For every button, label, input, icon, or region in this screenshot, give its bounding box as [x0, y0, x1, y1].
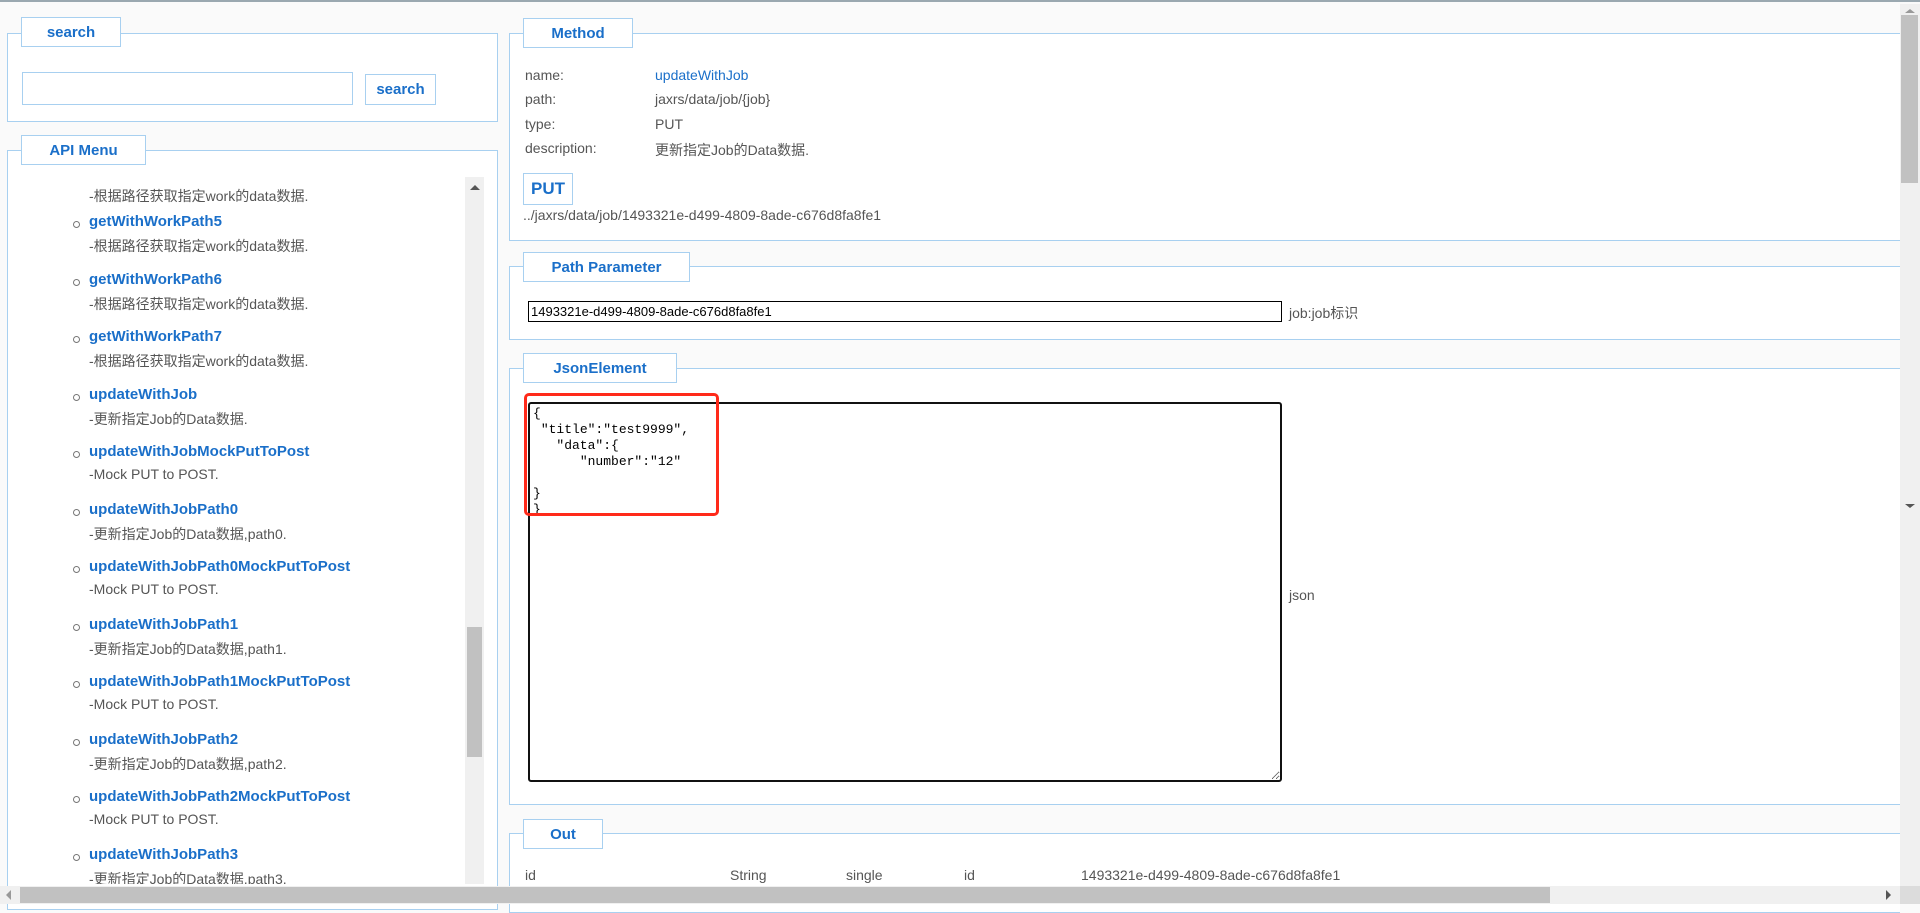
search-legend: search	[21, 17, 121, 47]
request-url: ../jaxrs/data/job/1493321e-d499-4809-8ad…	[523, 207, 882, 223]
bullet-icon	[73, 393, 80, 401]
bullet-icon	[73, 623, 80, 631]
bullet-icon	[73, 508, 80, 516]
bullet-icon	[73, 451, 80, 458]
json-body-textarea[interactable]: { "title":"test9999", "data":{ "number":…	[528, 402, 1282, 782]
scroll-up-arrow-icon[interactable]	[470, 185, 480, 190]
bullet-icon	[73, 681, 80, 688]
list-item: getWithWorkPath5 -根据路径获取指定work的data数据.	[22, 210, 462, 267]
menu-item-desc: -根据路径获取指定work的data数据.	[89, 238, 309, 254]
menu-item-desc: -更新指定Job的Data数据,path2.	[89, 755, 287, 772]
menu-item-desc: -更新指定Job的Data数据,path0.	[89, 525, 287, 542]
menu-item-desc: -根据路径获取指定work的data数据.	[89, 353, 309, 369]
out-field: id	[964, 867, 975, 883]
menu-item-link[interactable]: updateWithJobPath2	[89, 731, 238, 748]
search-input[interactable]	[22, 72, 353, 105]
bullet-icon	[73, 336, 80, 343]
list-item: updateWithJobPath2MockPutToPost -Mock PUT…	[22, 785, 462, 842]
api-menu-list: -根据路径获取指定work的data数据. getWithWorkPath5 -根…	[22, 170, 462, 884]
menu-item-link[interactable]: updateWithJobPath2MockPutToPost	[89, 788, 350, 805]
out-legend: Out	[523, 819, 603, 849]
menu-item-link[interactable]: updateWithJobPath0	[89, 501, 238, 518]
page-horizontal-scrollbar[interactable]	[0, 886, 1900, 904]
json-element-legend: JsonElement	[523, 353, 677, 383]
menu-item-desc: -根据路径获取指定work的data数据.	[89, 188, 309, 204]
menu-item-link[interactable]: updateWithJobPath0MockPutToPost	[89, 558, 350, 575]
put-button[interactable]: PUT	[523, 173, 573, 205]
name-label: name:	[525, 67, 564, 83]
page-vertical-scrollbar[interactable]	[1900, 4, 1920, 886]
menu-item-desc: -更新指定Job的Data数据.	[89, 410, 248, 427]
list-item: updateWithJobPath1 -更新指定Job的Data数据,path1.	[22, 613, 462, 670]
scroll-left-arrow-icon[interactable]	[6, 890, 11, 900]
path-parameter-legend: Path Parameter	[523, 252, 690, 282]
bullet-icon	[73, 566, 80, 573]
list-item: getWithWorkPath6 -根据路径获取指定work的data数据.	[22, 268, 462, 325]
menu-scrollbar-thumb[interactable]	[467, 627, 482, 757]
scroll-up-arrow-icon[interactable]	[1905, 9, 1915, 13]
job-param-label: job:job标识	[1289, 305, 1359, 321]
list-item: updateWithJobPath3 -更新指定Job的Data数据,path3.	[22, 843, 462, 885]
description-label: description:	[525, 140, 597, 156]
bullet-icon	[73, 853, 80, 861]
menu-item-desc: -根据路径获取指定work的data数据.	[89, 295, 309, 312]
menu-item-desc: -更新指定Job的Data数据,path1.	[89, 640, 287, 657]
bullet-icon	[73, 796, 80, 803]
job-param-input[interactable]	[528, 301, 1282, 322]
menu-item-link[interactable]: getWithWorkPath7	[89, 328, 222, 345]
page-vertical-scrollbar-thumb[interactable]	[1901, 15, 1918, 183]
scroll-down-arrow-icon[interactable]	[1905, 504, 1915, 508]
menu-item-link[interactable]: updateWithJob	[89, 386, 197, 403]
list-item: getWithWorkPath7 -根据路径获取指定work的data数据.	[22, 325, 462, 382]
name-value[interactable]: updateWithJob	[655, 67, 748, 83]
path-value: jaxrs/data/job/{job}	[655, 91, 771, 107]
list-item: updateWithJobMockPutToPost -Mock PUT to P…	[22, 440, 462, 497]
scrollbar-corner	[1900, 886, 1920, 904]
menu-item-link[interactable]: updateWithJobPath1MockPutToPost	[89, 673, 350, 690]
method-legend: Method	[523, 18, 633, 48]
out-mode: single	[846, 867, 883, 883]
menu-item-link[interactable]: getWithWorkPath5	[89, 213, 222, 230]
menu-item-link[interactable]: getWithWorkPath6	[89, 271, 222, 288]
menu-item-link[interactable]: updateWithJobPath1	[89, 616, 238, 633]
out-type: String	[730, 867, 767, 883]
menu-item-desc: -Mock PUT to POST.	[89, 581, 219, 597]
menu-item-desc: -更新指定Job的Data数据,path3.	[89, 870, 287, 885]
list-item: updateWithJobPath1MockPutToPost -Mock PUT…	[22, 670, 462, 727]
bullet-icon	[73, 738, 80, 746]
menu-item-link[interactable]: updateWithJobMockPutToPost	[89, 443, 309, 460]
type-label: type:	[525, 116, 556, 132]
menu-item-desc: -Mock PUT to POST.	[89, 696, 219, 712]
list-item: updateWithJobPath0 -更新指定Job的Data数据,path0.	[22, 498, 462, 555]
type-value: PUT	[655, 116, 683, 132]
out-name: id	[525, 867, 536, 883]
description-value: 更新指定Job的Data数据.	[655, 142, 810, 158]
path-label: path:	[525, 91, 557, 107]
list-item: updateWithJob -更新指定Job的Data数据.	[22, 383, 462, 440]
list-item: updateWithJobPath0MockPutToPost -Mock PUT…	[22, 555, 462, 612]
menu-item-desc: -Mock PUT to POST.	[89, 466, 219, 482]
out-value: 1493321e-d499-4809-8ade-c676d8fa8fe1	[1081, 867, 1341, 883]
api-menu-legend: API Menu	[21, 135, 146, 165]
list-item: updateWithJobPath2 -更新指定Job的Data数据,path2.	[22, 728, 462, 785]
menu-scrollbar[interactable]	[465, 177, 484, 884]
menu-item-desc: -Mock PUT to POST.	[89, 811, 219, 827]
bullet-icon	[73, 221, 80, 228]
json-label: json	[1289, 587, 1315, 603]
search-button[interactable]: search	[365, 74, 436, 105]
page-horizontal-scrollbar-thumb[interactable]	[20, 887, 1550, 903]
bullet-icon	[73, 278, 80, 286]
menu-item-link[interactable]: updateWithJobPath3	[89, 846, 238, 863]
scroll-right-arrow-icon[interactable]	[1886, 890, 1891, 900]
